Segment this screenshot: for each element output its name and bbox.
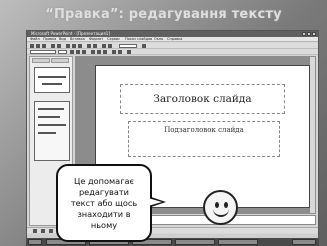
close-icon[interactable] — [312, 32, 316, 36]
italic-icon[interactable] — [76, 50, 80, 54]
menu-slideshow[interactable]: Показ слайдов — [125, 37, 152, 42]
start-button[interactable] — [28, 239, 42, 245]
menu-insert[interactable]: Вставка — [70, 37, 85, 42]
new-icon[interactable] — [30, 44, 34, 48]
font-size-combo[interactable] — [58, 50, 67, 54]
task-pane-line — [38, 116, 60, 118]
title-placeholder[interactable]: Заголовок слайда — [120, 84, 285, 114]
zoom-combo[interactable] — [119, 44, 137, 48]
smiley-face-icon — [203, 190, 238, 225]
align-left-icon[interactable] — [91, 50, 95, 54]
maximize-icon[interactable] — [307, 32, 311, 36]
insert-table-icon[interactable] — [108, 44, 112, 48]
menu-view[interactable]: Вид — [59, 37, 66, 42]
menu-file[interactable]: Файл — [30, 37, 40, 42]
save-icon[interactable] — [42, 44, 46, 48]
undo-icon[interactable] — [87, 44, 91, 48]
help-icon[interactable] — [142, 44, 146, 48]
thumbnail-subtitle-line — [42, 83, 62, 85]
align-center-icon[interactable] — [97, 50, 101, 54]
slide-thumbnail[interactable] — [34, 67, 70, 93]
numbering-icon[interactable] — [118, 50, 122, 54]
redo-icon[interactable] — [93, 44, 97, 48]
task-pane-line — [38, 132, 56, 134]
underline-icon[interactable] — [82, 50, 86, 54]
align-right-icon[interactable] — [103, 50, 107, 54]
task-pane-line — [38, 124, 66, 126]
menu-window[interactable]: Окно — [154, 37, 163, 42]
bold-icon[interactable] — [70, 50, 74, 54]
insert-chart-icon[interactable] — [102, 44, 106, 48]
title-placeholder-text: Заголовок слайда — [153, 93, 252, 105]
font-combo[interactable] — [30, 50, 56, 54]
speech-callout: Це допомагає редагувати текст або щось з… — [56, 164, 152, 242]
select-arrow-icon[interactable] — [41, 229, 45, 233]
draw-menu-icon[interactable] — [33, 229, 37, 233]
thumbnail-title-line — [38, 76, 66, 78]
menu-tools[interactable]: Сервис — [107, 37, 120, 42]
vertical-scrollbar[interactable] — [310, 57, 315, 213]
taskbar-item[interactable] — [218, 239, 258, 245]
menu-bar: Файл Правка Вид Вставка Формат Сервис По… — [27, 37, 318, 42]
smiley-mouth — [213, 207, 229, 217]
tab-slides[interactable] — [51, 58, 69, 63]
open-icon[interactable] — [36, 44, 40, 48]
cut-icon[interactable] — [66, 44, 70, 48]
preview-icon[interactable] — [57, 44, 61, 48]
autoshapes-icon[interactable] — [49, 229, 53, 233]
tab-outline[interactable] — [32, 58, 50, 63]
task-pane-line — [38, 108, 64, 110]
menu-format[interactable]: Формат — [89, 37, 103, 42]
print-icon[interactable] — [51, 44, 55, 48]
bullets-icon[interactable] — [112, 50, 116, 54]
menu-help[interactable]: Справка — [167, 37, 182, 42]
minimize-icon[interactable] — [302, 32, 306, 36]
slide-heading: “Правка”: редагування тексту — [45, 7, 282, 22]
font-color-icon[interactable] — [127, 50, 131, 54]
callout-text: Це допомагає редагувати текст або щось з… — [70, 175, 138, 230]
taskbar-item[interactable] — [175, 239, 215, 245]
subtitle-placeholder[interactable]: Подзаголовок слайда — [128, 121, 280, 157]
copy-icon[interactable] — [72, 44, 76, 48]
formatting-toolbar — [27, 49, 318, 55]
callout-tail-fill — [148, 198, 162, 206]
system-tray — [292, 239, 316, 245]
menu-edit[interactable]: Правка — [43, 37, 56, 42]
paste-icon[interactable] — [78, 44, 82, 48]
subtitle-placeholder-text: Подзаголовок слайда — [164, 126, 244, 134]
task-pane-list — [34, 101, 70, 161]
